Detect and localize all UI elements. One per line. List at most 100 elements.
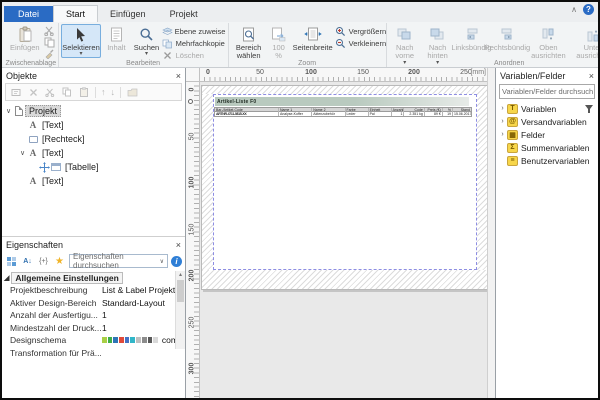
ribbon-collapse-icon[interactable]: ∧: [571, 5, 577, 14]
align-right-icon: [500, 26, 515, 43]
tree-item-text[interactable]: A [Text]: [4, 118, 183, 132]
group-label-bearbeiten: Bearbeiten: [59, 60, 228, 67]
expander-icon[interactable]: ∨: [4, 107, 13, 115]
prop-row-mindestzahl[interactable]: Mindestzahl der Druck...1: [2, 322, 185, 335]
tree-item-text3[interactable]: A [Text]: [4, 174, 183, 188]
delete-x-icon: [162, 51, 174, 61]
expression-icon[interactable]: {+}: [37, 255, 50, 268]
favorites-star-icon[interactable]: ★: [53, 255, 66, 268]
paste-button[interactable]: Einfügen: [6, 24, 44, 54]
info-icon[interactable]: i: [171, 256, 182, 267]
tab-projekt[interactable]: Projekt: [158, 6, 210, 22]
expander-icon[interactable]: ∨: [18, 149, 27, 157]
categorized-view-icon[interactable]: [5, 255, 18, 268]
properties-panel: Eigenschaften × A↓ {+} ★ Eigenschaften d…: [2, 236, 185, 398]
filter-funnel-icon[interactable]: [584, 104, 594, 114]
tree-item-summenvariablen[interactable]: Σ Summenvariablen: [498, 141, 596, 154]
group-zwischenablage: Einfügen Zwischenablage: [4, 23, 59, 67]
ruler-origin-marker: [188, 99, 193, 104]
paste-icon[interactable]: [78, 87, 90, 97]
align-bottom-button[interactable]: Unten ausrichten: [571, 24, 600, 63]
objects-panel-title: Objekte: [6, 71, 37, 81]
text-object-icon: A: [27, 120, 39, 131]
tree-item-rechteck[interactable]: [Rechteck]: [4, 132, 183, 146]
report-title-object[interactable]: Artikel-Liste F0: [215, 97, 469, 106]
prop-row-transformation[interactable]: Transformation für Prä...: [2, 347, 185, 360]
prop-row-designschema[interactable]: Designschema com...: [2, 334, 185, 347]
cut-icon[interactable]: [44, 87, 56, 97]
close-icon[interactable]: ×: [176, 240, 181, 250]
variables-panel: Variablen/Felder × Variablen/Felder durc…: [495, 68, 598, 398]
tree-item-tabelle[interactable]: [Tabelle]: [4, 160, 183, 174]
section-allgemeine-einstellungen[interactable]: ◢ Allgemeine Einstellungen: [2, 271, 185, 284]
content-button[interactable]: Inhalt: [101, 24, 131, 54]
combo-caret-icon[interactable]: ∨: [160, 258, 164, 265]
multicopy-icon: [162, 39, 174, 49]
scroll-up-icon[interactable]: ▴: [179, 272, 182, 278]
tree-item-felder[interactable]: › ▦ Felder: [498, 128, 596, 141]
zoom-100-button[interactable]: 100 %: [267, 24, 291, 63]
send-back-icon: [430, 26, 445, 43]
combo-caret-icon[interactable]: ∨: [593, 88, 595, 95]
tree-item-benutzervariablen[interactable]: ≡ Benutzervariablen: [498, 154, 596, 167]
move-up-icon[interactable]: ↑: [101, 87, 106, 97]
page-scroll-area[interactable]: Artikel-Liste F0 Bar-/Artikel-CodeName 1…: [200, 82, 487, 398]
tab-datei[interactable]: Datei: [4, 6, 53, 22]
close-icon[interactable]: ×: [176, 71, 181, 81]
align-left-button[interactable]: Linksbündig: [454, 24, 488, 54]
properties-scrollbar[interactable]: ▴: [175, 271, 185, 349]
report-table-object[interactable]: Bar-/Artikel-CodeName 1Name 2FarbeEinhei…: [214, 107, 472, 117]
zoom-in-button[interactable]: Vergrößern: [335, 26, 387, 37]
prop-row-design-bereich[interactable]: Aktiver Design-BereichStandard-Layout: [2, 297, 185, 310]
search-button[interactable]: Suchen ▾: [131, 24, 161, 58]
zoom-out-button[interactable]: Verkleinern: [335, 38, 387, 49]
variables-tree: › T Variablen › @ Versandvariablen › ▦ F…: [496, 102, 598, 167]
group-label-zwischenablage: Zwischenablage: [4, 60, 58, 67]
tree-item-versandvariablen[interactable]: › @ Versandvariablen: [498, 115, 596, 128]
group-icon[interactable]: [126, 87, 138, 97]
multicopy-button[interactable]: Mehrfachkopie: [162, 38, 226, 49]
properties-search-input[interactable]: Eigenschaften durchsuchen ∨: [69, 254, 168, 268]
copy-icon[interactable]: [61, 87, 73, 97]
design-canvas: 0 50 100 150 200 250 [mm] 0 50 100 150 2…: [186, 68, 495, 398]
delete-x-icon[interactable]: [27, 87, 39, 97]
tab-einfuegen[interactable]: Einfügen: [98, 6, 158, 22]
copy-icon[interactable]: [44, 37, 56, 47]
help-icon[interactable]: ?: [583, 4, 594, 15]
rectangle-object-icon: [27, 134, 39, 145]
align-top-icon: [542, 26, 555, 43]
cursor-arrow-icon: [74, 26, 88, 43]
variables-icon: T: [507, 104, 518, 114]
tree-item-variablen[interactable]: › T Variablen: [498, 102, 596, 115]
zoom-region-button[interactable]: Bereich wählen: [231, 24, 267, 63]
objects-toolbar: ↑ ↓: [5, 83, 182, 101]
project-icon: [13, 106, 25, 117]
format-painter-icon[interactable]: [44, 48, 56, 58]
assign-layer-button[interactable]: Ebene zuweisen▾: [162, 26, 226, 37]
vertical-ruler: 0 50 100 150 200 250 300: [186, 82, 200, 398]
prop-row-projektbeschreibung[interactable]: ProjektbeschreibungList & Label Projektd…: [2, 284, 185, 297]
tree-item-text2[interactable]: ∨ A [Text]: [4, 146, 183, 160]
table-object-icon: [50, 162, 62, 173]
variables-search-input[interactable]: Variablen/Felder durchsuch ∨: [499, 84, 595, 99]
layers-icon: [162, 27, 173, 37]
cut-icon[interactable]: [44, 26, 56, 36]
page-width-icon: [304, 26, 322, 43]
section-collapse-icon: ◢: [4, 274, 9, 282]
rename-icon[interactable]: [10, 87, 22, 97]
move-down-icon[interactable]: ↓: [111, 87, 116, 97]
designschema-swatches: com...: [102, 335, 185, 345]
tree-item-projekt[interactable]: ∨ Projekt: [4, 104, 183, 118]
page-width-button[interactable]: Seitenbreite: [291, 24, 335, 54]
report-page[interactable]: Artikel-Liste F0 Bar-/Artikel-CodeName 1…: [201, 85, 487, 290]
align-right-button[interactable]: Rechtsbündig: [488, 24, 526, 54]
align-top-button[interactable]: Oben ausrichten: [526, 24, 571, 63]
tab-start[interactable]: Start: [53, 5, 98, 22]
fields-icon: ▦: [507, 130, 518, 140]
close-icon[interactable]: ×: [589, 71, 594, 81]
select-button[interactable]: Selektieren ▾: [61, 24, 102, 58]
prop-row-ausfertigungen[interactable]: Anzahl der Ausfertigu...1: [2, 309, 185, 322]
ribbon: Datei Start Einfügen Projekt ∧ ? Einfüge…: [2, 2, 598, 68]
canvas-vertical-scrollbar[interactable]: [487, 68, 495, 398]
sort-az-icon[interactable]: A↓: [21, 255, 34, 268]
